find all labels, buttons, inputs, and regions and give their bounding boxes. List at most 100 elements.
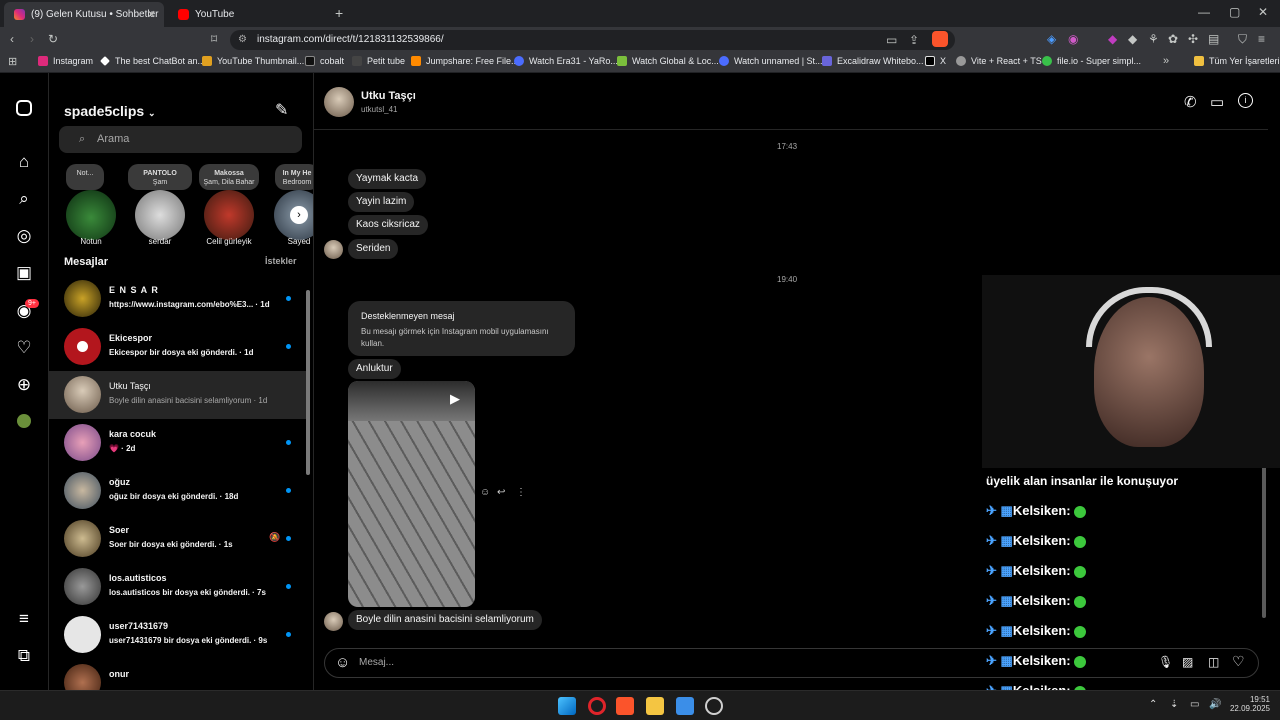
bookmark-item[interactable]: The best ChatBot an... bbox=[100, 56, 205, 66]
microphone-icon[interactable]: 🎙 bbox=[1158, 655, 1173, 669]
bookmark-item[interactable]: X bbox=[925, 56, 946, 66]
apps-grid-icon[interactable]: ⊞ bbox=[8, 55, 17, 68]
inbox-scrollbar[interactable] bbox=[306, 290, 310, 475]
conversation-item[interactable]: oğuz oğuz bir dosya eki gönderdi. · 18d bbox=[49, 467, 307, 515]
address-bar[interactable]: ⚙ instagram.com/direct/t/121831132539866… bbox=[230, 30, 955, 50]
message-bubble[interactable]: Seriden bbox=[348, 239, 399, 259]
bookmark-item[interactable]: Watch unnamed | St... bbox=[719, 56, 823, 66]
account-switcher[interactable]: spade5clips ⌄ bbox=[64, 103, 156, 119]
avatar[interactable] bbox=[324, 87, 354, 117]
tab-instagram[interactable]: (9) Gelen Kutusu • Sohbetler ✕ bbox=[4, 2, 164, 27]
message-composer[interactable]: ☺ Mesaj... 🎙 ▨ ◫ ♡ bbox=[324, 648, 1259, 678]
conversation-item[interactable]: Soer Soer bir dosya eki gönderdi. · 1s 🔕 bbox=[49, 515, 307, 563]
all-bookmarks[interactable]: Tüm Yer İşaretleri bbox=[1194, 56, 1280, 66]
note-bubble[interactable]: Makossa Şam, Dila Bahar bbox=[199, 164, 259, 190]
bookmark-item[interactable]: Excalidraw Whitebo... bbox=[822, 56, 924, 66]
conversation-item[interactable]: user71431679 user71431679 bir dosya eki … bbox=[49, 611, 307, 659]
bookmark-item[interactable]: cobalt bbox=[305, 56, 344, 66]
bookmark-item[interactable]: Vite + React + TS bbox=[956, 56, 1042, 66]
info-icon[interactable]: i bbox=[1238, 93, 1253, 108]
file-explorer-icon[interactable] bbox=[646, 697, 664, 715]
unsupported-message[interactable]: Desteklenmeyen mesaj Bu mesajı görmek iç… bbox=[348, 301, 575, 356]
tab-youtube[interactable]: YouTube bbox=[168, 2, 328, 27]
conversation-item[interactable]: los.autisticos los.autisticos bir dosya … bbox=[49, 563, 307, 611]
note-bubble[interactable]: In My He Bedroom bbox=[275, 164, 313, 190]
image-icon[interactable]: ▨ bbox=[1182, 655, 1193, 669]
bookmark-item[interactable]: Watch Global & Loc... bbox=[617, 56, 719, 66]
story-avatar[interactable] bbox=[204, 190, 254, 240]
extension-icon[interactable]: ◆ bbox=[1128, 32, 1137, 46]
create-icon[interactable]: ⊕ bbox=[15, 376, 33, 394]
minimize-button[interactable]: — bbox=[1198, 5, 1210, 19]
bookmark-item[interactable]: Petit tube bbox=[352, 56, 405, 66]
reply-icon[interactable]: ↩ bbox=[497, 487, 505, 498]
search-icon[interactable]: ⌕ bbox=[15, 190, 33, 208]
video-call-icon[interactable]: ▭ bbox=[1210, 93, 1224, 111]
requests-link[interactable]: İstekler bbox=[265, 256, 297, 266]
cast-icon[interactable]: ▭ bbox=[886, 33, 897, 47]
conversation-item[interactable]: E N S A R https://www.instagram.com/ebo%… bbox=[49, 275, 307, 323]
extension-icon[interactable]: ⚘ bbox=[1148, 32, 1159, 46]
windows-start-icon[interactable] bbox=[558, 697, 576, 715]
conversation-item-selected[interactable]: Utku Taşçı Boyle dilin anasini bacisini … bbox=[49, 371, 307, 419]
message-bubble[interactable]: Boyle dilin anasini bacisini selamliyoru… bbox=[348, 610, 542, 630]
message-bubble[interactable]: Kaos ciksricaz bbox=[348, 215, 428, 235]
bookmark-item[interactable]: Jumpshare: Free File... bbox=[411, 56, 519, 66]
extension-icon[interactable]: ◈ bbox=[1047, 32, 1056, 46]
note-bubble[interactable]: PANTOLO Şam bbox=[128, 164, 192, 190]
clock[interactable]: 19:51 22.09.2025 bbox=[1230, 695, 1270, 713]
bookmark-item[interactable]: YouTube Thumbnail... bbox=[202, 56, 304, 66]
menu-icon[interactable]: ≡ bbox=[1258, 32, 1265, 46]
instagram-logo-icon[interactable] bbox=[16, 100, 32, 116]
more-options-icon[interactable]: ⋮ bbox=[516, 487, 526, 498]
play-icon[interactable]: ▶ bbox=[450, 391, 460, 407]
chevron-right-icon[interactable]: › bbox=[290, 206, 308, 224]
home-icon[interactable]: ⌂ bbox=[15, 153, 33, 171]
profile-avatar[interactable] bbox=[17, 414, 31, 428]
explore-icon[interactable]: ◎ bbox=[15, 227, 33, 245]
message-bubble[interactable]: Anluktur bbox=[348, 359, 401, 379]
sticker-icon[interactable]: ◫ bbox=[1208, 655, 1219, 669]
search-input[interactable]: ⌕ Arama bbox=[59, 126, 302, 153]
more-menu-icon[interactable]: ≡ bbox=[15, 610, 33, 628]
window-close-button[interactable]: ✕ bbox=[1258, 5, 1268, 19]
story-avatar[interactable] bbox=[135, 190, 185, 240]
conversation-item[interactable]: Ekicespor Ekicespor bir dosya eki gönder… bbox=[49, 323, 307, 371]
extensions-puzzle-icon[interactable]: ✣ bbox=[1188, 32, 1198, 46]
more-bookmarks-icon[interactable]: » bbox=[1163, 55, 1169, 67]
heart-icon[interactable]: ♡ bbox=[1232, 653, 1245, 670]
message-bubble[interactable]: Yaymak kacta bbox=[348, 169, 427, 189]
note-bubble[interactable]: Not... bbox=[66, 164, 104, 190]
conversation-item[interactable]: onur bbox=[49, 659, 307, 690]
chat-contact-name[interactable]: Utku Taşçı bbox=[361, 90, 416, 102]
video-attachment[interactable]: ▶ bbox=[348, 381, 475, 607]
message-bubble[interactable]: Yayin lazim bbox=[348, 192, 415, 212]
heart-icon[interactable]: ♡ bbox=[15, 339, 33, 357]
obs-icon[interactable] bbox=[705, 697, 723, 715]
maximize-button[interactable]: ▢ bbox=[1229, 5, 1240, 19]
brave-shield-icon[interactable] bbox=[932, 31, 948, 47]
new-tab-button[interactable]: + bbox=[335, 5, 343, 21]
emoji-icon[interactable]: ☺ bbox=[335, 654, 350, 671]
display-icon[interactable]: ▭ bbox=[1190, 699, 1199, 710]
extension-icon[interactable]: ✿ bbox=[1168, 32, 1178, 46]
reload-button[interactable]: ↻ bbox=[48, 32, 58, 46]
network-icon[interactable]: ⇣ bbox=[1170, 699, 1178, 710]
bookmark-item[interactable]: file.io - Super simpl... bbox=[1042, 56, 1141, 66]
opera-icon[interactable] bbox=[588, 697, 606, 715]
forward-button[interactable]: › bbox=[30, 32, 34, 46]
shield-icon[interactable]: ⛉ bbox=[1238, 32, 1247, 47]
phone-icon[interactable]: ✆ bbox=[1184, 93, 1197, 111]
extension-icon[interactable]: ◉ bbox=[1068, 32, 1078, 46]
story-avatar[interactable] bbox=[66, 190, 116, 240]
also-from-meta-icon[interactable]: ⧉ bbox=[15, 647, 33, 665]
close-icon[interactable]: ✕ bbox=[147, 8, 156, 21]
extension-icon[interactable]: ◆ bbox=[1108, 32, 1117, 46]
bookmark-icon[interactable]: ⌑ bbox=[211, 32, 217, 46]
brave-icon[interactable] bbox=[616, 697, 634, 715]
bookmark-item[interactable]: Instagram bbox=[38, 56, 93, 66]
sidebar-icon[interactable]: ▤ bbox=[1208, 32, 1219, 46]
bookmark-item[interactable]: Watch Era31 - YaRo... bbox=[514, 56, 618, 66]
share-icon[interactable]: ⇪ bbox=[909, 33, 919, 47]
back-button[interactable]: ‹ bbox=[10, 32, 14, 46]
